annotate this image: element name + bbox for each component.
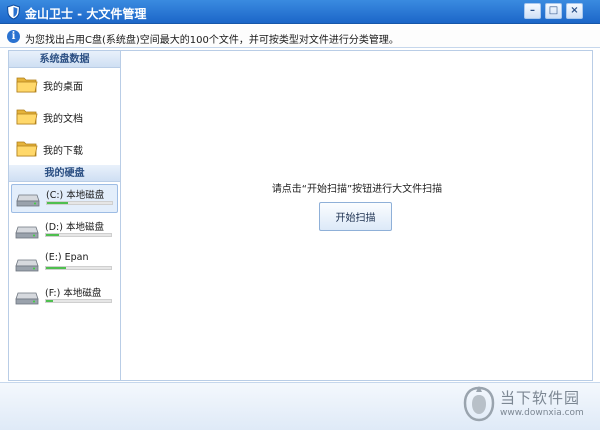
watermark-name: 当下软件园: [500, 389, 581, 407]
sidebar: 系统盘数据 我的桌面 我的文档 我的下载 我的硬盘 (C:) 本地磁盘 (D:)…: [8, 50, 121, 381]
sidebar-item-label: 我的桌面: [43, 82, 83, 93]
disk-label: (F:) 本地磁盘: [45, 288, 102, 299]
sidebar-item-downloads[interactable]: 我的下载: [9, 133, 120, 165]
disk-item-d[interactable]: (D:) 本地磁盘: [11, 217, 118, 246]
disk-label: (D:) 本地磁盘: [45, 222, 104, 233]
hard-drive-icon: [16, 194, 40, 207]
title-bar: 金山卫士 - 大文件管理 – □ ×: [0, 0, 600, 24]
disk-item-f[interactable]: (F:) 本地磁盘: [11, 283, 118, 312]
disk-usage-bar: [45, 299, 112, 303]
main-panel: 请点击“开始扫描”按钮进行大文件扫描 开始扫描: [121, 50, 593, 381]
disk-item-c[interactable]: (C:) 本地磁盘: [11, 184, 118, 213]
disk-usage-fill: [46, 267, 66, 269]
hard-drive-icon: [15, 226, 39, 239]
disk-usage-bar: [46, 201, 113, 205]
disk-usage-fill: [47, 202, 68, 204]
shield-icon: [6, 4, 21, 20]
minimize-button[interactable]: –: [524, 3, 541, 19]
folder-icon: [16, 141, 38, 157]
disk-usage-bar: [45, 233, 112, 237]
close-button[interactable]: ×: [566, 3, 583, 19]
disk-item-e[interactable]: (E:) Epan: [11, 250, 118, 279]
hard-drive-icon: [15, 259, 39, 272]
watermark-url: www.downxia.com: [500, 408, 584, 418]
system-disk-header: 系统盘数据: [9, 51, 120, 68]
folder-icon: [16, 109, 38, 125]
my-disks-header: 我的硬盘: [9, 165, 120, 182]
maximize-button[interactable]: □: [545, 3, 562, 19]
status-bar: 当下软件园 www.downxia.com: [0, 382, 600, 430]
folder-icon: [16, 77, 38, 93]
info-icon: i: [7, 30, 20, 43]
watermark-logo-icon: [463, 386, 495, 422]
sidebar-item-documents[interactable]: 我的文档: [9, 101, 120, 133]
sidebar-item-label: 我的文档: [43, 114, 83, 125]
info-bar: i 为您找出占用C盘(系统盘)空间最大的100个文件，并可按类型对文件进行分类管…: [0, 25, 600, 48]
disk-usage-fill: [46, 234, 59, 236]
sidebar-item-label: 我的下载: [43, 146, 83, 157]
info-text: 为您找出占用C盘(系统盘)空间最大的100个文件，并可按类型对文件进行分类管理。: [25, 35, 399, 46]
disk-label: (C:) 本地磁盘: [46, 190, 105, 201]
disk-usage-bar: [45, 266, 112, 270]
scan-prompt: 请点击“开始扫描”按钮进行大文件扫描: [271, 184, 443, 195]
disk-label: (E:) Epan: [45, 252, 89, 263]
sidebar-item-desktop[interactable]: 我的桌面: [9, 69, 120, 101]
disk-usage-fill: [46, 300, 53, 302]
start-scan-button[interactable]: 开始扫描: [319, 202, 392, 231]
hard-drive-icon: [15, 292, 39, 305]
window-title: 金山卫士 - 大文件管理: [25, 7, 147, 21]
